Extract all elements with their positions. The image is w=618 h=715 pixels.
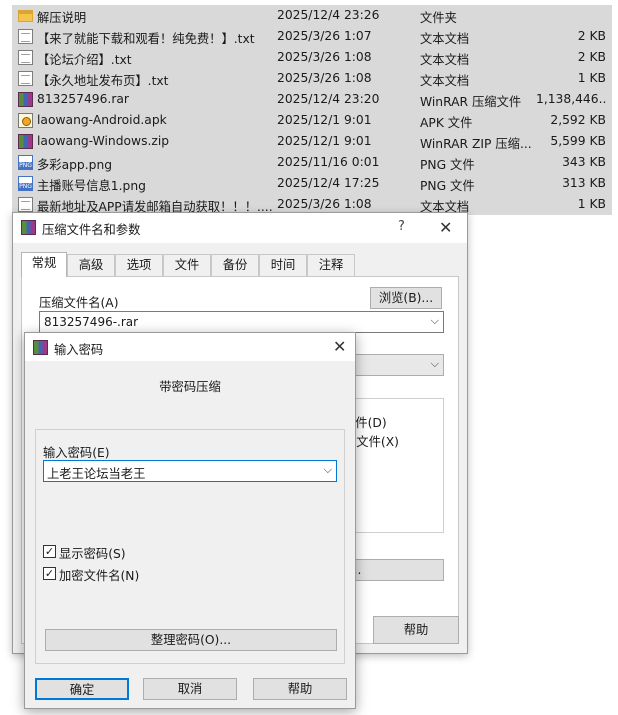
text-file-icon [18,29,33,44]
file-list: 解压说明 2025/12/4 23:26 文件夹 【来了就能下载和观看！纯免费！】.t… [12,5,612,215]
help-button[interactable]: 帮助 [253,678,347,700]
text-file-icon [18,71,33,86]
file-row[interactable]: laowang-Android.apk 2025/12/1 9:01 APK 文件 2… [12,110,612,131]
file-type: 文本文档 [420,74,470,88]
encrypt-filenames-checkbox[interactable]: ✓ [43,567,56,580]
tab-time[interactable]: 时间 [259,254,307,276]
png-image-icon [18,155,33,170]
file-name: 多彩app.png [37,158,113,172]
rar-archive-icon [18,92,33,107]
file-size: 2 KB [577,50,606,64]
password-dialog-title: 输入密码 [54,343,104,357]
file-type: PNG 文件 [420,158,475,172]
tab-general[interactable]: 常规 [21,252,67,277]
text-file-icon [18,197,33,212]
file-name: laowang-Android.apk [37,113,167,127]
folder-icon [18,10,33,22]
png-image-icon [18,176,33,191]
file-size: 1,138,446... [536,92,606,106]
rar-archive-icon [18,134,33,149]
file-date: 2025/12/4 23:26 [277,8,380,22]
file-size: 1 KB [577,197,606,211]
file-size: 343 KB [562,155,606,169]
file-type: APK 文件 [420,116,473,130]
file-size: 2,592 KB [550,113,606,127]
tab-files[interactable]: 文件 [163,254,211,276]
file-type: 文件夹 [420,11,457,25]
show-password-checkbox[interactable]: ✓ [43,545,56,558]
chevron-down-icon[interactable]: ⌵ [431,357,439,371]
password-input[interactable]: 上老王论坛当老王 ⌵ [43,460,337,482]
chevron-down-icon[interactable]: ⌵ [431,314,439,328]
file-size: 2 KB [577,29,606,43]
archive-name-label: 压缩文件名(A) [39,296,119,310]
file-date: 2025/12/1 9:01 [277,134,372,148]
archive-help-button[interactable]: 帮助 [373,616,459,644]
archive-name-combo[interactable]: 813257496-.rar ⌵ [39,311,444,333]
file-row[interactable]: 813257496.rar 2025/12/4 23:20 WinRAR 压缩文件 1… [12,89,612,110]
file-type: PNG 文件 [420,179,475,193]
file-date: 2025/11/16 0:01 [277,155,380,169]
file-type: WinRAR ZIP 压缩... [420,137,532,151]
file-row[interactable]: 【永久地址发布页】.txt 2025/3/26 1:08 文本文档 1 KB [12,68,612,89]
archive-dialog-title: 压缩文件名和参数 [42,223,141,237]
file-row[interactable]: 主播账号信息1.png 2025/12/4 17:25 PNG 文件 313 KB [12,173,612,194]
file-date: 2025/3/26 1:08 [277,71,372,85]
tab-backup[interactable]: 备份 [211,254,259,276]
file-type: 文本文档 [420,32,470,46]
file-name: 【永久地址发布页】.txt [37,74,169,88]
password-dialog-titlebar[interactable]: 输入密码 ✕ [25,333,355,361]
archive-dialog-titlebar[interactable]: 压缩文件名和参数 ? ✕ [13,213,467,243]
file-name: 解压说明 [37,11,87,25]
password-value: 上老王论坛当老王 [47,467,146,481]
file-type: 文本文档 [420,53,470,67]
ok-button[interactable]: 确定 [35,678,129,700]
help-icon[interactable]: ? [398,219,405,234]
tab-comment[interactable]: 注释 [307,254,355,276]
file-type: WinRAR 压缩文件 [420,95,522,109]
file-date: 2025/12/1 9:01 [277,113,372,127]
browse-button[interactable]: 浏览(B)... [370,287,442,309]
text-file-icon [18,50,33,65]
organize-passwords-button[interactable]: 整理密码(O)... [45,629,337,651]
password-dialog: 输入密码 ✕ 带密码压缩 输入密码(E) 上老王论坛当老王 ⌵ ✓ 显示密码(S… [24,332,356,709]
encrypt-filenames-label: 加密文件名(N) [59,569,140,583]
password-dialog-close-icon[interactable]: ✕ [333,339,346,355]
file-name: 【论坛介绍】.txt [37,53,132,67]
file-name: laowang-Windows.zip [37,134,170,148]
winrar-app-icon [21,220,36,235]
file-row[interactable]: 【来了就能下载和观看！纯免费！】.txt 2025/3/26 1:07 文本文档 2 … [12,26,612,47]
file-row[interactable]: laowang-Windows.zip 2025/12/1 9:01 WinRAR … [12,131,612,152]
show-password-label: 显示密码(S) [59,547,126,561]
winrar-app-icon [33,340,48,355]
password-dialog-subtitle: 带密码压缩 [159,380,221,394]
file-name: 主播账号信息1.png [37,179,146,193]
apk-file-icon [18,113,33,128]
chevron-down-icon[interactable]: ⌵ [324,463,332,477]
tab-advanced[interactable]: 高级 [67,254,115,276]
file-date: 2025/3/26 1:07 [277,29,372,43]
file-size: 1 KB [577,71,606,85]
file-size: 313 KB [562,176,606,190]
tab-options[interactable]: 选项 [115,254,163,276]
file-date: 2025/3/26 1:08 [277,197,372,211]
file-row[interactable]: 【论坛介绍】.txt 2025/3/26 1:08 文本文档 2 KB [12,47,612,68]
file-name: 【来了就能下载和观看！纯免费！】.txt [37,32,255,46]
file-date: 2025/3/26 1:08 [277,50,372,64]
file-name: 813257496.rar [37,92,129,106]
archive-name-value: 813257496-.rar [44,315,139,329]
cancel-button[interactable]: 取消 [143,678,237,700]
file-date: 2025/12/4 17:25 [277,176,380,190]
password-label: 输入密码(E) [43,446,110,460]
file-row[interactable]: 解压说明 2025/12/4 23:26 文件夹 [12,5,612,26]
archive-dialog-close-icon[interactable]: ✕ [439,220,452,236]
file-date: 2025/12/4 23:20 [277,92,380,106]
file-row[interactable]: 多彩app.png 2025/11/16 0:01 PNG 文件 343 KB [12,152,612,173]
file-size: 5,599 KB [550,134,606,148]
